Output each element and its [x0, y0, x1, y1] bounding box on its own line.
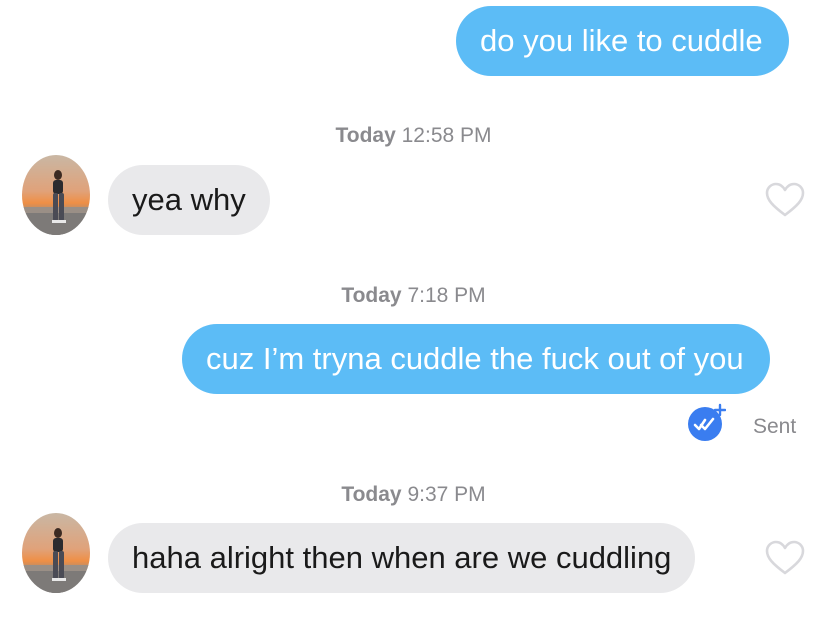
avatar-image — [22, 513, 90, 593]
double-check-icon — [688, 403, 726, 441]
delivery-status-label: Sent — [753, 415, 797, 438]
timestamp-day: Today — [341, 284, 402, 307]
heart-outline-icon[interactable] — [765, 182, 805, 218]
sent-message-bubble[interactable]: do you like to cuddle — [456, 6, 789, 76]
sent-message-bubble[interactable]: cuz I’m tryna cuddle the fuck out of you — [182, 324, 770, 394]
timestamp-time: 12:58 PM — [401, 124, 492, 147]
timestamp: Today 12:58 PM — [0, 123, 827, 149]
received-message-bubble[interactable]: haha alright then when are we cuddling — [108, 523, 696, 593]
heart-outline-icon[interactable] — [765, 540, 805, 576]
timestamp-time: 7:18 PM — [407, 284, 486, 307]
received-message-bubble[interactable]: yea why — [108, 165, 270, 235]
timestamp: Today 7:18 PM — [0, 283, 827, 309]
avatar[interactable] — [22, 513, 90, 593]
timestamp: Today 9:37 PM — [0, 482, 827, 508]
timestamp-day: Today — [341, 483, 402, 506]
avatar-image — [22, 155, 90, 235]
timestamp-day: Today — [335, 124, 396, 147]
timestamp-time: 9:37 PM — [407, 483, 486, 506]
avatar[interactable] — [22, 155, 90, 235]
